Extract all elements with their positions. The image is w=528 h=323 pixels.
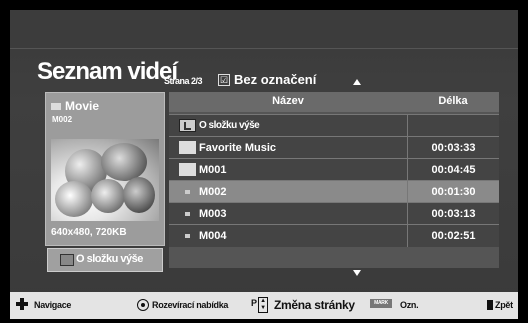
ok-button-icon [137, 299, 149, 311]
footer-popup-label: Rozevírací nabídka [152, 300, 229, 310]
footer-nav-label: Navigace [34, 300, 72, 310]
list-item-name: M004 [199, 230, 227, 242]
list-item-name-cell: M003 [173, 203, 403, 225]
list-item[interactable]: M001 00:04:45 [169, 158, 499, 181]
list-item-name-cell: Favorite Music [173, 137, 403, 159]
video-file-icon [185, 190, 190, 194]
page-updown-icon: ▲ ▼ [258, 297, 268, 313]
fruit-shape [123, 177, 155, 213]
list-item[interactable]: M003 00:03:13 [169, 202, 499, 225]
list-item-duration: 00:03:13 [407, 203, 499, 225]
list-header: Název Délka [169, 92, 499, 112]
video-file-icon [185, 234, 190, 238]
list-item-name-cell: M004 [173, 225, 403, 247]
folder-icon [179, 163, 196, 176]
preview-file-name: M002 [52, 115, 73, 124]
list-item[interactable]: Favorite Music 00:03:33 [169, 136, 499, 159]
column-duration-header[interactable]: Délka [407, 95, 499, 107]
list-item-name-cell: M002 [173, 181, 403, 203]
fruit-shape [55, 181, 93, 217]
back-key-icon [487, 300, 493, 310]
file-list: Název Délka O složku výše Favorite Music… [169, 92, 499, 268]
list-item-name-cell: O složku výše [173, 115, 403, 137]
folder-up-icon [60, 254, 74, 266]
footer-mark-label: Ozn. [400, 300, 419, 310]
list-item-name: M002 [199, 186, 227, 198]
list-item-name: Favorite Music [199, 142, 277, 154]
list-item-name: M003 [199, 208, 227, 220]
video-file-icon [185, 212, 190, 216]
top-band [10, 10, 518, 49]
list-item-name-cell: M001 [173, 159, 403, 181]
list-item-duration: 00:04:45 [407, 159, 499, 181]
footer-hint-bar: Navigace Rozevírací nabídka P ▲ ▼ Změna s… [10, 292, 518, 319]
folder-up-button[interactable]: O složku výše [47, 248, 163, 272]
folder-up-button-label: O složku výše [76, 253, 143, 265]
preview-thumbnail [51, 139, 159, 221]
preview-resolution: 640x480, 720KB [51, 227, 127, 238]
list-item[interactable]: O složku výše [169, 114, 499, 137]
list-item-name: O složku výše [199, 120, 260, 131]
footer-back-label: Zpět [495, 300, 513, 310]
navigation-cross-icon [16, 298, 28, 310]
list-item[interactable]: M004 00:02:51 [169, 224, 499, 247]
page-title: Seznam videí [37, 58, 178, 85]
fruit-shape [101, 143, 147, 181]
preview-panel: Movie M002 640x480, 720KB [45, 92, 165, 246]
preview-folder-name: Movie [65, 99, 100, 113]
list-item-duration [407, 115, 499, 137]
list-item-duration: 00:02:51 [407, 225, 499, 247]
tv-screen: Seznam videí Strana 2/3 ☑ Bez označení M… [10, 10, 518, 319]
fruit-shape [91, 179, 125, 213]
scroll-up-arrow-icon[interactable] [353, 79, 361, 85]
folder-up-icon [179, 119, 196, 132]
list-item-duration: 00:03:33 [407, 137, 499, 159]
scroll-down-arrow-icon[interactable] [353, 270, 361, 276]
checkbox-icon[interactable]: ☑ [218, 74, 230, 86]
preview-folder: Movie [51, 99, 99, 113]
list-item-name: M001 [199, 164, 227, 176]
column-name-header[interactable]: Název [169, 95, 407, 107]
footer-page-change-label: Změna stránky [274, 298, 355, 312]
folder-icon [51, 103, 61, 110]
list-item-duration: 00:01:30 [407, 181, 499, 203]
filter-label[interactable]: Bez označení [234, 72, 316, 87]
page-indicator: Strana 2/3 [164, 76, 203, 86]
page-key-icon: P [251, 298, 257, 308]
mark-key-icon: MARK [370, 299, 392, 308]
folder-icon [179, 141, 196, 154]
list-item-selected[interactable]: M002 00:01:30 [169, 180, 499, 203]
